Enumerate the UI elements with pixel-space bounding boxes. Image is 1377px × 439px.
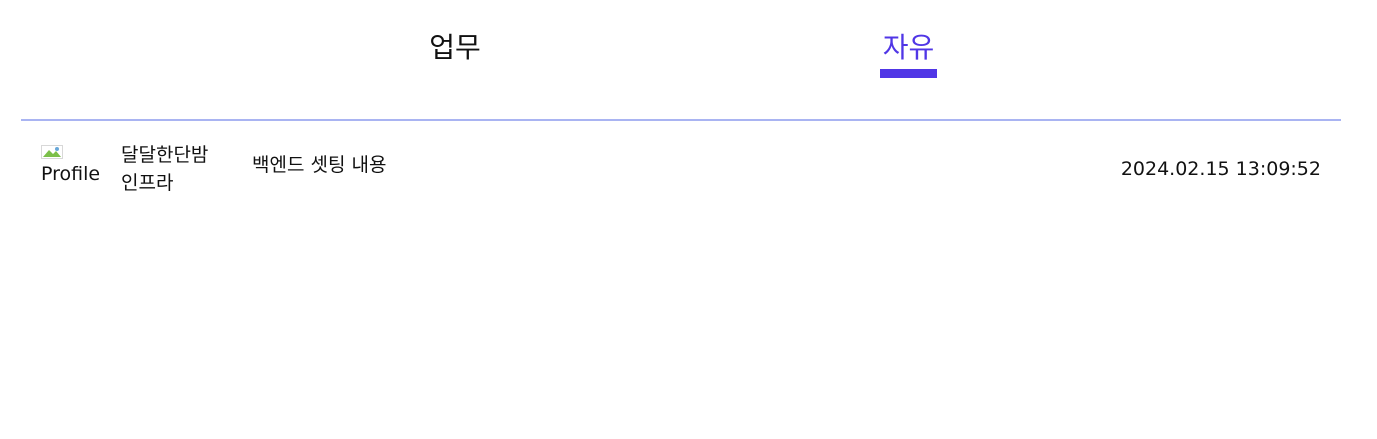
tab-work[interactable]: 업무 <box>426 28 484 80</box>
tab-free[interactable]: 자유 <box>880 28 937 80</box>
avatar: Profile <box>41 142 103 185</box>
post-title[interactable]: 백엔드 셋팅 내용 <box>252 152 386 178</box>
tab-free-label: 자유 <box>882 31 935 64</box>
post-row[interactable]: Profile 달달한단밤 인프라 백엔드 셋팅 내용 2024.02.15 1… <box>21 140 1341 202</box>
active-tab-indicator <box>880 69 937 78</box>
broken-image-icon <box>41 145 63 159</box>
header-divider <box>21 119 1341 121</box>
tab-work-label: 업무 <box>429 31 481 64</box>
post-author: 달달한단밤 <box>121 144 209 166</box>
post-team: 인프라 <box>121 172 174 194</box>
post-date: 2024.02.15 13:09:52 <box>1120 158 1321 180</box>
avatar-alt-text: Profile <box>41 163 101 185</box>
